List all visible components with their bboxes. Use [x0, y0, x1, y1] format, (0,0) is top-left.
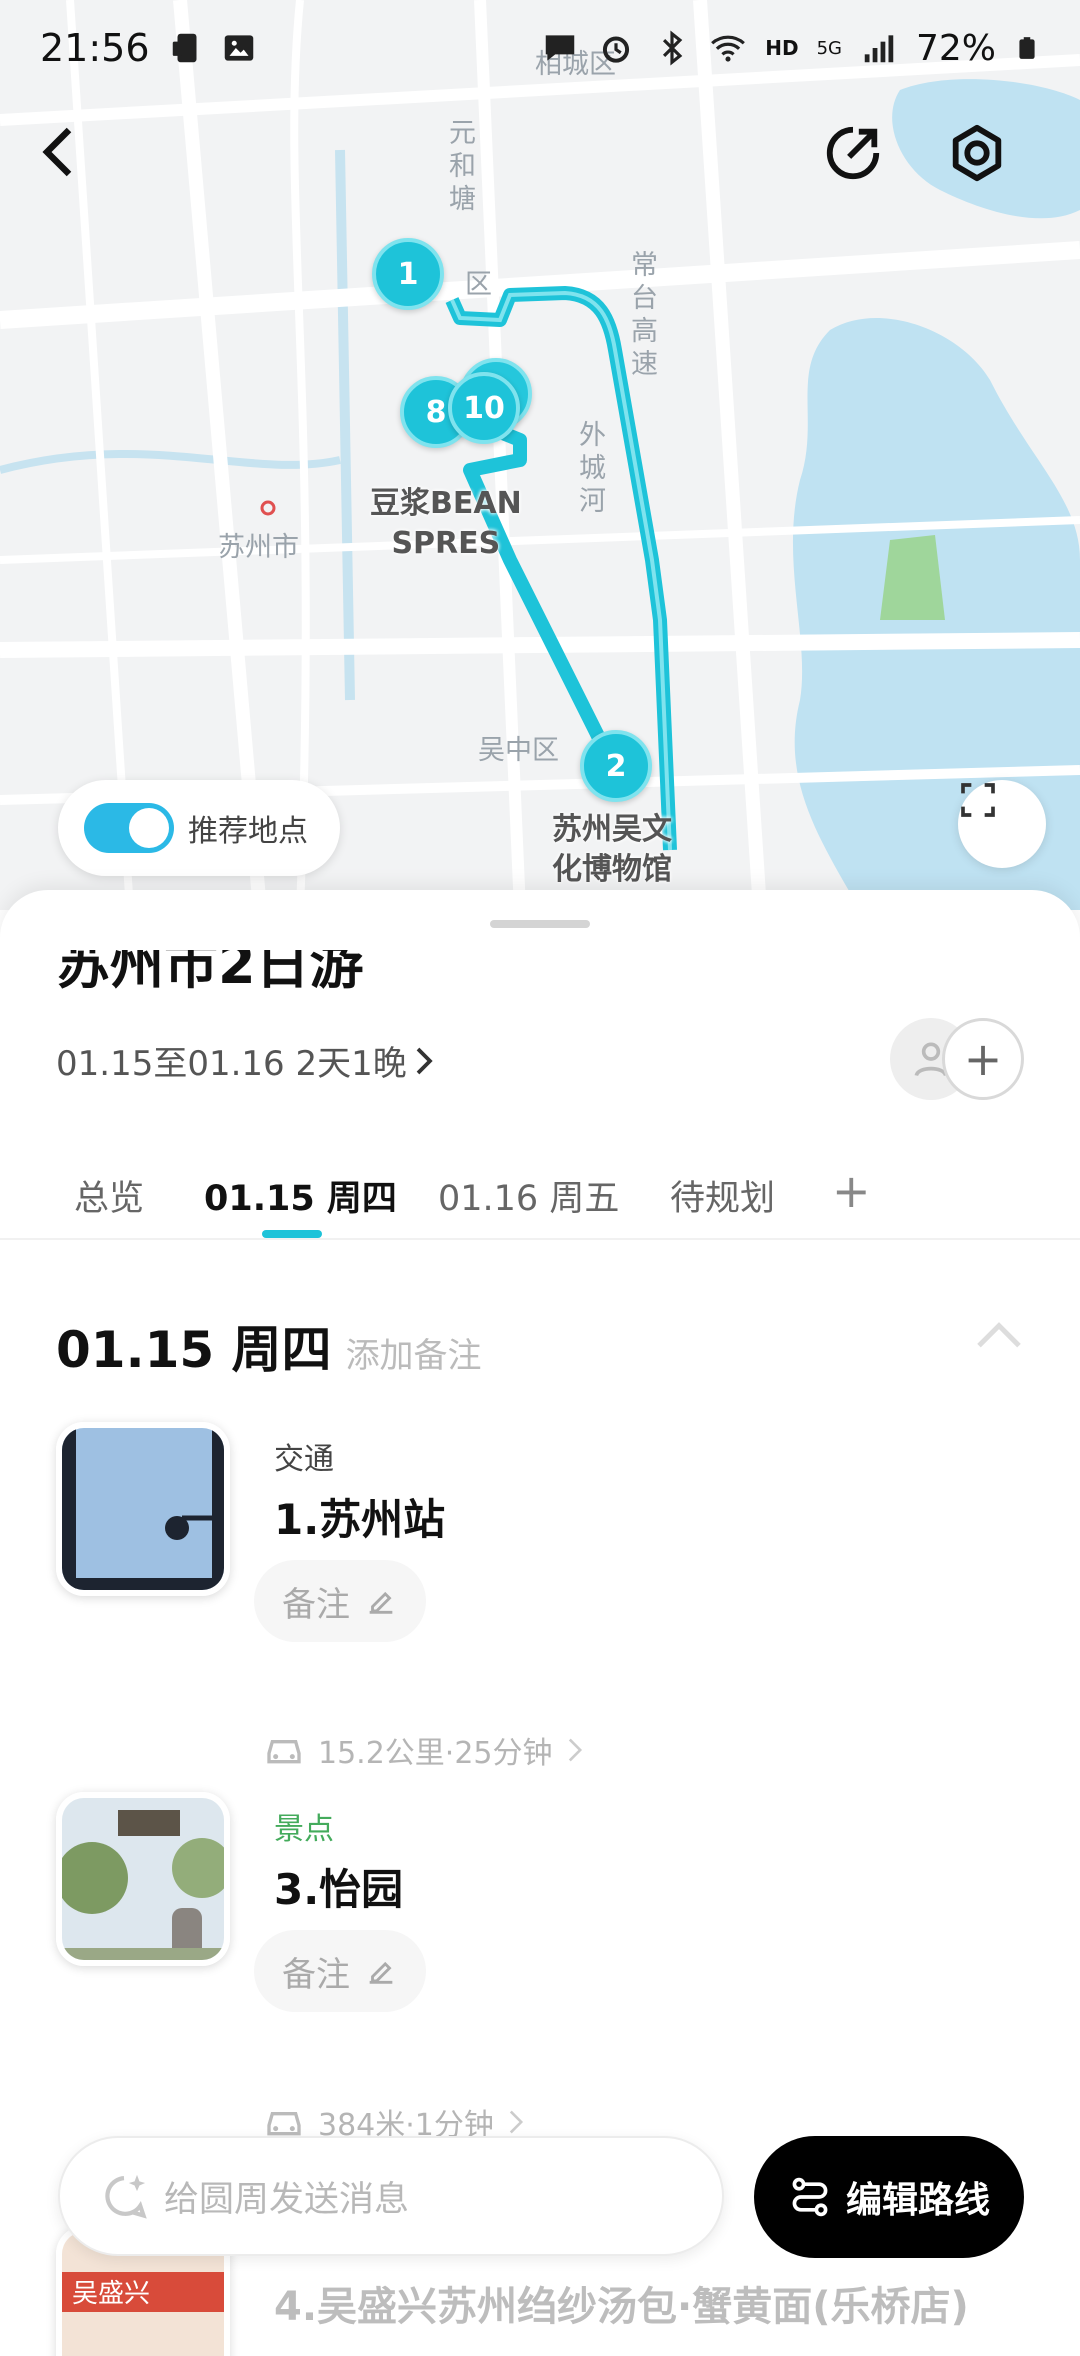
message-placeholder: 给圆周发送消息 [164, 2179, 410, 2220]
signal-label: 5G [816, 37, 842, 59]
gear-icon [952, 124, 1002, 182]
restaurant-name[interactable]: 4.吴盛兴苏州绉纱汤包·蟹黄面(乐桥店) [274, 2274, 969, 2332]
fullscreen-icon [961, 783, 995, 817]
status-time: 21:56 [40, 26, 150, 70]
trip-title-text: 苏州市2日游 [56, 950, 364, 996]
add-day-button[interactable]: + [832, 1164, 871, 1218]
back-arrow-icon [42, 127, 72, 177]
item-category: 交通 [274, 1442, 334, 1477]
map-label-changtai: 常台高速 [626, 250, 657, 382]
trip-dates-text: 01.15至01.16 2天1晚 [56, 1044, 407, 1084]
map-label-district: 区 [465, 269, 492, 300]
chevron-right-icon [416, 1047, 433, 1074]
settings-button[interactable] [946, 122, 1032, 208]
poi-label-bean[interactable]: 豆浆BEAN SPRES [370, 484, 522, 564]
chevron-right-icon [509, 2110, 523, 2134]
chat-sparkle-icon [105, 2174, 147, 2219]
trip-title: 苏州市2日游 [56, 950, 364, 1002]
day-title: 01.15 周四 [56, 1321, 332, 1379]
car-icon [267, 2112, 301, 2136]
transit-segment-1[interactable]: 15.2公里·25分钟 [264, 1728, 583, 1772]
toggle-switch[interactable] [84, 803, 174, 853]
tab-day2[interactable]: 01.16 周五 [438, 1170, 619, 1221]
tab-overview[interactable]: 总览 [74, 1170, 144, 1221]
car-icon [267, 1740, 301, 1764]
phone-notification-icon [172, 33, 197, 63]
status-right: HD 5G 72% [541, 28, 1040, 69]
map-view[interactable]: 相城区 元和塘 区 常台高速 外城河 苏州市 吴中区 1 8 10 2 豆浆BE… [0, 0, 1080, 910]
poi-label-bean-text: 豆浆BEAN SPRES [370, 486, 522, 561]
tab-unplanned[interactable]: 待规划 [670, 1170, 775, 1221]
canal [335, 149, 355, 701]
route-icon [792, 2177, 828, 2217]
edit-route-label: 编辑路线 [845, 2180, 990, 2221]
poi-label-museum-text: 苏州吴文 化博物馆 [552, 812, 672, 887]
sheet-handle[interactable] [490, 920, 590, 928]
status-left-icons [168, 29, 258, 67]
note-button[interactable]: 备注 [254, 1560, 426, 1642]
battery-icon [1019, 37, 1035, 59]
map-label-wuzhong: 吴中区 [478, 735, 559, 766]
edit-route-button[interactable]: 编辑路线 [754, 2136, 1024, 2258]
alarm-icon [603, 36, 630, 63]
map-canvas [0, 0, 1080, 910]
message-notification-icon [545, 35, 575, 61]
route-marker-1[interactable]: 1 [372, 238, 444, 310]
route-marker-2[interactable]: 2 [580, 730, 652, 802]
pencil-icon [369, 1591, 393, 1614]
map-label-yuanhetang: 元和塘 [444, 118, 475, 217]
recommend-toggle[interactable]: 推荐地点 [58, 780, 340, 876]
item-category: 景点 [274, 1812, 334, 1847]
active-tab-indicator [262, 1230, 322, 1238]
tab-day1[interactable]: 01.15 周四 [204, 1170, 397, 1221]
station-thumbnail [56, 1422, 230, 1596]
itinerary-item-station[interactable]: 交通 1.苏州站 备注 [56, 1422, 1036, 1652]
day-header: 01.15 周四 添加备注 [56, 1310, 482, 1382]
day-tabs: 总览 01.15 周四 01.16 周五 待规划 + [0, 1164, 1080, 1240]
battery-percent: 72% [915, 27, 996, 69]
restaurant-sign: 吴盛兴 [72, 2279, 150, 2309]
canal-2 [0, 449, 341, 474]
share-button[interactable] [822, 122, 908, 208]
note-label: 备注 [282, 1954, 350, 1995]
itinerary-item-yiyuan[interactable]: 景点 3.怡园 备注 [56, 1792, 1036, 2022]
add-note-link[interactable]: 添加备注 [346, 1328, 482, 1377]
share-icon [826, 126, 880, 180]
network-type: HD [765, 36, 799, 60]
yiyuan-photo [62, 1798, 224, 1960]
poi-label-museum[interactable]: 苏州吴文 化博物馆 [552, 810, 672, 890]
note-label: 备注 [282, 1584, 350, 1625]
status-bar: 21:56 HD 5G 72% [0, 0, 1080, 96]
member-group[interactable]: + [890, 1018, 1024, 1100]
station-photo [62, 1428, 224, 1590]
fullscreen-button[interactable] [958, 780, 1046, 868]
item-name[interactable]: 1.苏州站 [274, 1486, 445, 1547]
message-input[interactable]: 给圆周发送消息 [58, 2136, 724, 2256]
trip-dates[interactable]: 01.15至01.16 2天1晚 [56, 1036, 435, 1085]
add-member-button[interactable]: + [942, 1018, 1024, 1100]
transit-text: 15.2公里·25分钟 [318, 1736, 553, 1771]
back-button[interactable] [36, 122, 122, 208]
gallery-notification-icon [224, 35, 253, 61]
toggle-label: 推荐地点 [188, 814, 308, 849]
wifi-icon [711, 35, 746, 62]
route-marker-10[interactable]: 10 [448, 372, 520, 444]
item-name[interactable]: 3.怡园 [274, 1856, 403, 1917]
chevron-right-icon [568, 1738, 582, 1762]
bluetooth-icon [663, 30, 683, 66]
yiyuan-thumbnail [56, 1792, 230, 1966]
note-button[interactable]: 备注 [254, 1930, 426, 2012]
park-green [880, 535, 945, 620]
map-label-suzhou-city: 苏州市 [218, 532, 299, 563]
signal-icon [864, 35, 894, 63]
city-dot [260, 500, 276, 516]
pencil-icon [369, 1961, 393, 1984]
map-label-waichenghe: 外城河 [574, 420, 605, 519]
chevron-up-icon[interactable] [974, 1314, 1024, 1354]
